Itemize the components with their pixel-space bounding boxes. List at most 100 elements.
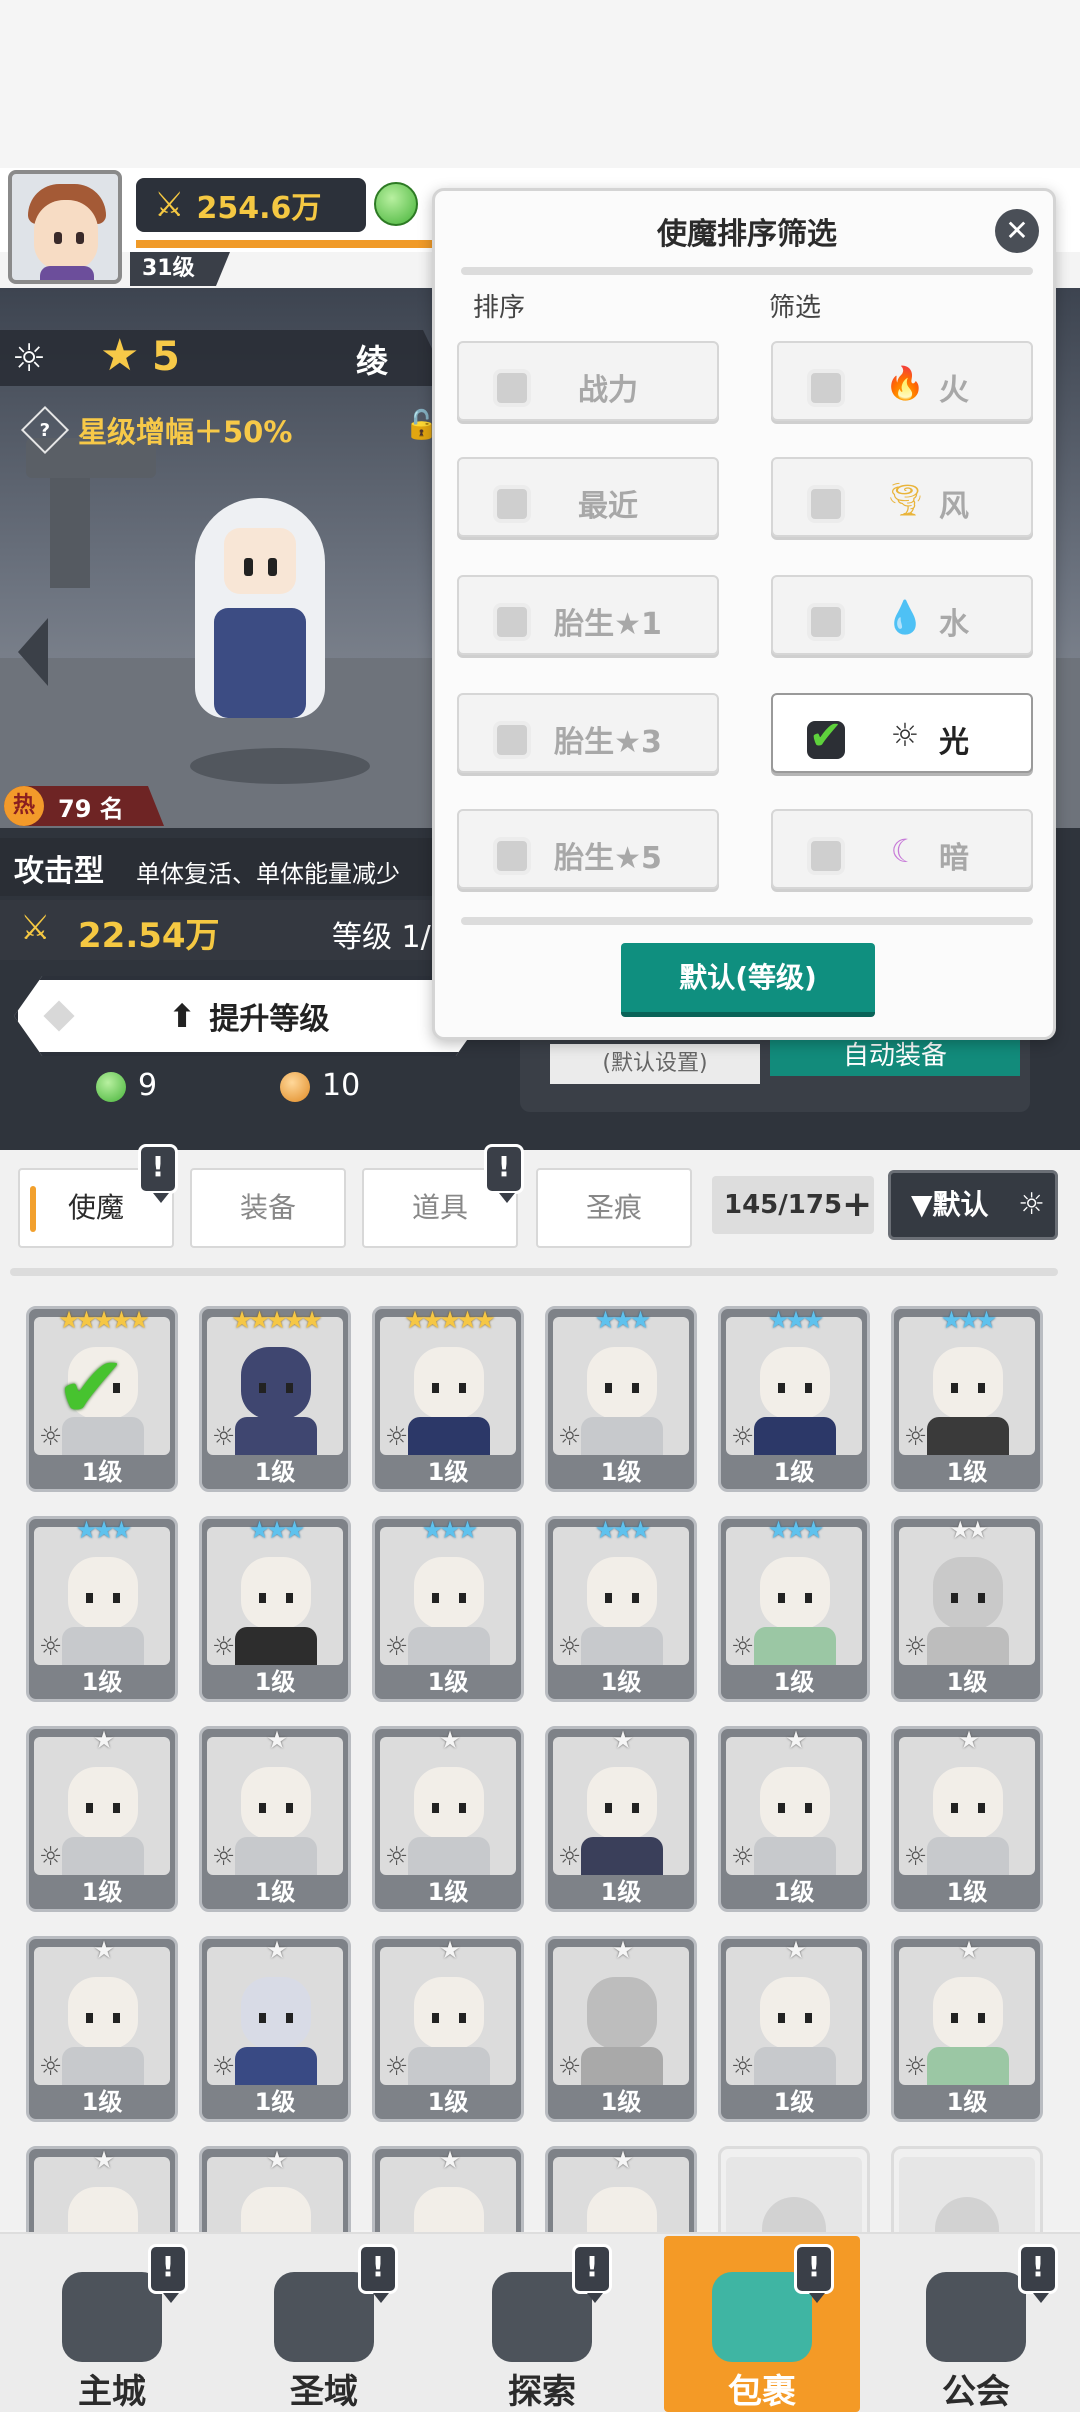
star-rating: ★★★ [248,1516,306,1544]
star-icon: ★ [100,330,140,381]
filter-option-dark[interactable]: ☾ 暗 [771,809,1033,889]
sort-option-power[interactable]: 战力 [457,341,719,421]
dark-icon: ☾ [890,832,920,870]
selected-check-icon: ✔ [55,1338,128,1438]
player-level: 31级 [130,252,230,286]
light-element-icon: ☼ [558,2052,582,2082]
player-avatar[interactable] [8,170,122,284]
light-element-icon: ☼ [212,1422,236,1452]
light-element-icon: ☼ [558,1632,582,1662]
sort-option-born-star3[interactable]: 胎生★3 [457,693,719,773]
light-icon: ☼ [890,716,920,754]
sort-option-recent[interactable]: 最近 [457,457,719,537]
familiar-card[interactable]: ★ ☼ 1级 [372,1936,524,2122]
tab-equipment[interactable]: 装备 [190,1168,346,1248]
familiar-card[interactable]: ★ ☼ 1级 [718,1936,870,2122]
familiar-card[interactable]: ★ ☼ 1级 [891,1936,1043,2122]
checkbox[interactable] [807,485,845,523]
light-element-icon: ☼ [558,1422,582,1452]
familiar-card[interactable]: ★ ☼ 1级 [372,1726,524,1912]
tab-stigmata[interactable]: 圣痕 [536,1168,692,1248]
familiar-card[interactable]: ★ ☼ 1级 [718,1726,870,1912]
star-rating: ★★★ [767,1516,825,1544]
familiar-card[interactable]: ★ ☼ 1级 [26,1726,178,1912]
light-element-icon: ☼ [904,1842,928,1872]
familiar-card[interactable]: ★★★★★ ☼ 1级 [372,1306,524,1492]
familiar-card[interactable]: ★★★ ☼ 1级 [372,1516,524,1702]
sort-option-born-star1[interactable]: 胎生★1 [457,575,719,655]
star-rating: ★★★ [594,1516,652,1544]
sort-option-born-star5[interactable]: 胎生★5 [457,809,719,889]
filter-header: 筛选 [769,293,822,323]
alert-icon: ! [148,2244,188,2303]
auto-equip-button[interactable]: 自动装备 [770,1036,1020,1076]
familiar-card[interactable]: ★ ☼ 1级 [891,1726,1043,1912]
light-element-icon: ☼ [212,1842,236,1872]
familiar-card[interactable]: ★ ☼ 1级 [545,1936,697,2122]
familiar-card[interactable]: ★★★ ☼ 1级 [545,1306,697,1492]
familiar-card[interactable]: ★★★★★ ✔ ☼ 1级 [26,1306,178,1492]
swords-icon: ⚔ [154,185,185,225]
orange-orb-icon [280,1072,310,1102]
light-element-icon: ☼ [904,1632,928,1662]
light-element-icon: ☼ [558,1842,582,1872]
close-icon[interactable]: ✕ [995,209,1039,253]
light-element-icon: ☼ [731,2052,755,2082]
total-power: ⚔ 254.6万 [136,178,366,232]
familiar-card[interactable]: ★ ☼ 1级 [199,1936,351,2122]
prev-hero-arrow-icon[interactable] [18,618,48,686]
star-rating: ★ [93,2146,115,2174]
add-slots-icon[interactable]: + [842,1176,872,1234]
star-rating: ★ [439,2146,461,2174]
star-rating: ★ [785,1936,807,1964]
light-element-icon: ☼ [39,1842,63,1872]
star-rating: ★ [785,1726,807,1754]
guild-helmet-icon [926,2272,1026,2362]
familiar-card[interactable]: ★★★ ☼ 1级 [199,1516,351,1702]
familiar-card[interactable]: ★★★★★ ☼ 1级 [199,1306,351,1492]
star-boost: ? 星级增幅＋50% [20,405,308,455]
filter-option-light[interactable]: ☼ 光 [771,693,1033,773]
star-rating: ★ [439,1726,461,1754]
filter-option-wind[interactable]: 🌪 风 [771,457,1033,537]
checkbox[interactable] [807,603,845,641]
familiar-card[interactable]: ★★★ ☼ 1级 [718,1516,870,1702]
light-element-icon: ☼ [212,1632,236,1662]
filter-option-water[interactable]: 💧 水 [771,575,1033,655]
star-rating: ★★★ [940,1306,998,1334]
default-setting-button[interactable]: (默认设置) [550,1044,760,1084]
familiar-card[interactable]: ★ ☼ 1级 [26,1936,178,2122]
familiar-card[interactable]: ★ ☼ 1级 [545,1726,697,1912]
familiar-card[interactable]: ★★★ ☼ 1级 [545,1516,697,1702]
familiar-card[interactable]: ★ ☼ 1级 [199,1726,351,1912]
star-rating: ★ [266,1726,288,1754]
checkbox[interactable] [807,369,845,407]
familiar-card[interactable]: ★★★ ☼ 1级 [891,1306,1043,1492]
familiar-card[interactable]: ★★★ ☼ 1级 [718,1306,870,1492]
default-sort-button[interactable]: 默认(等级) [621,943,875,1017]
alert-icon: ! [1018,2244,1058,2303]
light-element-icon: ☼ [731,1842,755,1872]
checkbox-checked[interactable] [807,713,845,759]
star-rating: ★ [93,1936,115,1964]
familiar-card[interactable]: ★★ ☼ 1级 [891,1516,1043,1702]
light-element-icon: ☼ [39,1632,63,1662]
alert-icon: ! [484,1144,524,1203]
familiar-card[interactable]: ★★★ ☼ 1级 [26,1516,178,1702]
help-icon[interactable]: ? [20,405,70,455]
green-gem-icon [374,182,418,226]
light-element-icon: ☼ [385,1632,409,1662]
checkbox[interactable] [807,837,845,875]
filter-option-fire[interactable]: 🔥 火 [771,341,1033,421]
hero-star-count: 5 [152,334,180,380]
sort-filter-modal: 使魔排序筛选 ✕ 排序 筛选 战力 最近 胎生★1 胎生★3 胎生★5 🔥 火 … [432,188,1056,1040]
light-element-icon: ☼ [1018,1187,1045,1222]
upgrade-level-button[interactable]: ⬆ 提升等级 [14,976,484,1056]
hero-power: 22.54万 [78,916,220,956]
light-element-icon: ☼ [12,336,47,380]
xp-bar [136,240,436,248]
sort-filter-button[interactable]: ▼默认 ☼ [888,1170,1058,1240]
light-element-icon: ☼ [385,1842,409,1872]
light-element-icon: ☼ [904,1422,928,1452]
castle-icon [62,2272,162,2362]
